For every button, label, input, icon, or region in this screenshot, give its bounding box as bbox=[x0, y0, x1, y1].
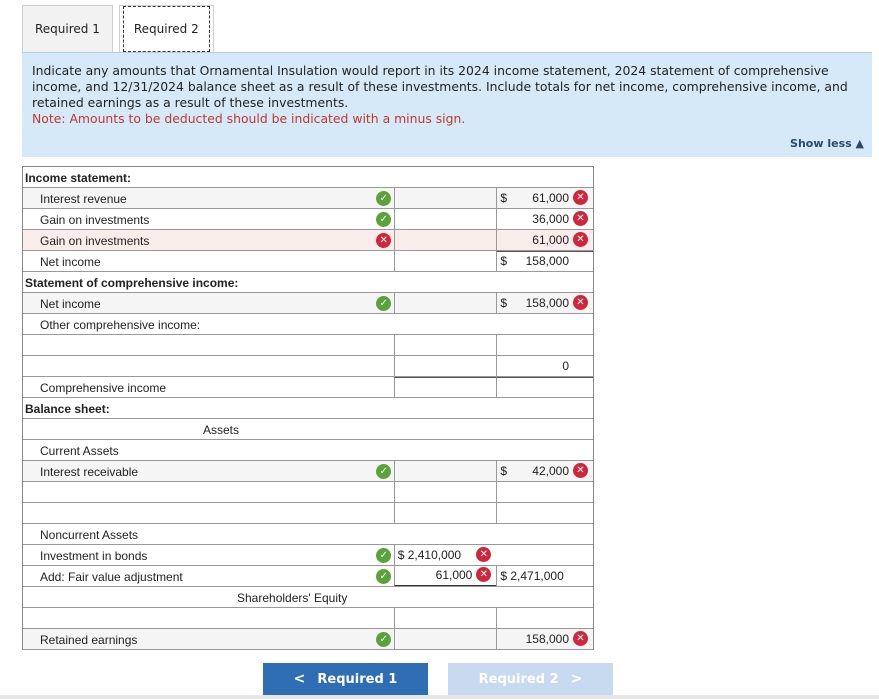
amount-input[interactable] bbox=[393, 230, 497, 250]
account-select[interactable]: Retained earnings bbox=[23, 629, 374, 649]
row-oci-blank bbox=[23, 335, 593, 356]
total-input[interactable]: $61,000 ✕ bbox=[496, 188, 593, 208]
row-gain-on-investments: Gain on investments ✕ 61,000 ✕ bbox=[23, 230, 593, 251]
section-heading: Income statement: bbox=[25, 171, 132, 185]
check-icon: ✓ bbox=[376, 547, 392, 563]
total-input[interactable] bbox=[496, 377, 593, 397]
total-input[interactable]: $158,000 bbox=[496, 251, 593, 271]
row-assets: Assets bbox=[23, 419, 593, 440]
account-select[interactable]: Net income bbox=[23, 293, 374, 313]
instructions-panel: Indicate any amounts that Ornamental Ins… bbox=[22, 52, 872, 157]
bottom-divider bbox=[0, 695, 879, 699]
row-balance-sheet: Balance sheet: bbox=[23, 398, 593, 419]
error-icon: ✕ bbox=[573, 190, 588, 205]
amount-input[interactable] bbox=[393, 209, 497, 229]
row-oci-heading: Other comprehensive income: bbox=[23, 314, 593, 335]
triangle-up-icon: ▲ bbox=[855, 137, 864, 150]
tab-required-2[interactable]: Required 2 bbox=[118, 5, 214, 52]
total-input[interactable]: 36,000 ✕ bbox=[496, 209, 593, 229]
row-current-assets: Current Assets bbox=[23, 440, 593, 461]
account-select[interactable]: Interest revenue bbox=[23, 188, 374, 208]
total-input[interactable]: $158,000 ✕ bbox=[496, 293, 593, 313]
error-icon: ✕ bbox=[573, 295, 588, 310]
row-investment-in-bonds: Investment in bonds ✓ $ 2,410,000 ✕ bbox=[23, 545, 593, 566]
row-interest-receivable: Interest receivable ✓ $42,000 ✕ bbox=[23, 461, 593, 482]
total-input[interactable] bbox=[496, 335, 593, 355]
total-input[interactable]: $42,000 ✕ bbox=[496, 461, 593, 481]
error-icon: ✕ bbox=[476, 567, 492, 582]
instructions-note: Note: Amounts to be deducted should be i… bbox=[32, 111, 466, 126]
account-select[interactable] bbox=[23, 482, 374, 502]
amount-input[interactable] bbox=[393, 503, 497, 523]
error-icon: ✕ bbox=[573, 463, 588, 478]
row-shareholders-equity: Shareholders' Equity bbox=[23, 587, 593, 608]
amount-input[interactable] bbox=[393, 188, 497, 208]
account-select[interactable]: Gain on investments bbox=[23, 230, 374, 250]
amount-input[interactable] bbox=[393, 335, 497, 355]
amount-input[interactable] bbox=[393, 293, 497, 313]
prev-button[interactable]: < Required 1 bbox=[263, 663, 428, 695]
total-input[interactable] bbox=[496, 503, 593, 523]
row-fair-value-adjustment: Add: Fair value adjustment ✓ 61,000 ✕ $ 2… bbox=[23, 566, 593, 587]
row-interest-revenue: Interest revenue ✓ $61,000 ✕ bbox=[23, 188, 593, 209]
row-current-blank bbox=[23, 482, 593, 503]
amount-input[interactable]: $ 2,410,000 ✕ bbox=[393, 545, 497, 565]
instructions-text: Indicate any amounts that Ornamental Ins… bbox=[32, 63, 848, 110]
chevron-right-icon: > bbox=[570, 671, 583, 687]
amount-input[interactable] bbox=[393, 629, 497, 649]
row-gain-on-investments: Gain on investments ✓ 36,000 ✕ bbox=[23, 209, 593, 230]
amount-input[interactable]: 61,000 ✕ bbox=[393, 566, 497, 586]
account-select[interactable]: Gain on investments bbox=[23, 209, 374, 229]
row-current-total bbox=[23, 503, 593, 524]
section-heading: Balance sheet: bbox=[25, 402, 110, 416]
worksheet-table: Income statement: Interest revenue ✓ $61… bbox=[22, 166, 594, 650]
account-select[interactable]: Interest receivable bbox=[23, 461, 374, 481]
account-select[interactable] bbox=[23, 356, 374, 376]
total-input[interactable]: $ 2,471,000 bbox=[496, 566, 593, 586]
section-heading: Statement of comprehensive income: bbox=[25, 276, 239, 290]
next-button[interactable]: Required 2 > bbox=[448, 663, 613, 695]
account-select[interactable] bbox=[23, 608, 374, 628]
check-icon: ✓ bbox=[376, 211, 392, 227]
row-net-income: Net income $158,000 bbox=[23, 251, 593, 272]
check-icon: ✓ bbox=[376, 295, 392, 311]
row-retained-earnings: Retained earnings ✓ 158,000 ✕ bbox=[23, 629, 593, 650]
chevron-left-icon: < bbox=[293, 671, 306, 687]
total-input[interactable] bbox=[496, 608, 593, 628]
total-input[interactable]: 61,000 ✕ bbox=[496, 230, 593, 250]
row-comprehensive-income: Comprehensive income bbox=[23, 377, 593, 398]
amount-input[interactable] bbox=[393, 356, 497, 376]
check-icon: ✓ bbox=[376, 190, 392, 206]
check-icon: ✓ bbox=[376, 568, 392, 584]
error-icon: ✕ bbox=[573, 211, 588, 226]
row-equity-blank bbox=[23, 608, 593, 629]
check-icon: ✓ bbox=[376, 631, 392, 647]
error-icon: ✕ bbox=[573, 631, 588, 646]
row-income-statement: Income statement: bbox=[23, 167, 593, 188]
row-oci-total: 0 bbox=[23, 356, 593, 377]
account-select[interactable]: Add: Fair value adjustment bbox=[23, 566, 374, 586]
error-icon: ✕ bbox=[573, 232, 588, 247]
row-noncurrent-assets: Noncurrent Assets bbox=[23, 524, 593, 545]
amount-input[interactable] bbox=[393, 482, 497, 502]
account-select[interactable] bbox=[23, 335, 374, 355]
row-soci-net-income: Net income ✓ $158,000 ✕ bbox=[23, 293, 593, 314]
error-icon: ✕ bbox=[376, 232, 392, 248]
account-select[interactable]: Investment in bonds bbox=[23, 545, 374, 565]
total-input[interactable]: 158,000 ✕ bbox=[496, 629, 593, 649]
total-input[interactable] bbox=[496, 482, 593, 502]
amount-input[interactable] bbox=[393, 608, 497, 628]
total-input[interactable]: 0 bbox=[496, 356, 593, 376]
tab-bar: Required 1 Required 2 bbox=[22, 5, 214, 52]
show-less-link[interactable]: Show less ▲ bbox=[790, 136, 864, 152]
account-select[interactable] bbox=[23, 503, 374, 523]
check-icon: ✓ bbox=[376, 463, 392, 479]
tab-required-1[interactable]: Required 1 bbox=[22, 5, 113, 52]
row-soci-heading: Statement of comprehensive income: bbox=[23, 272, 593, 293]
error-icon: ✕ bbox=[476, 547, 492, 562]
amount-input[interactable] bbox=[393, 461, 497, 481]
